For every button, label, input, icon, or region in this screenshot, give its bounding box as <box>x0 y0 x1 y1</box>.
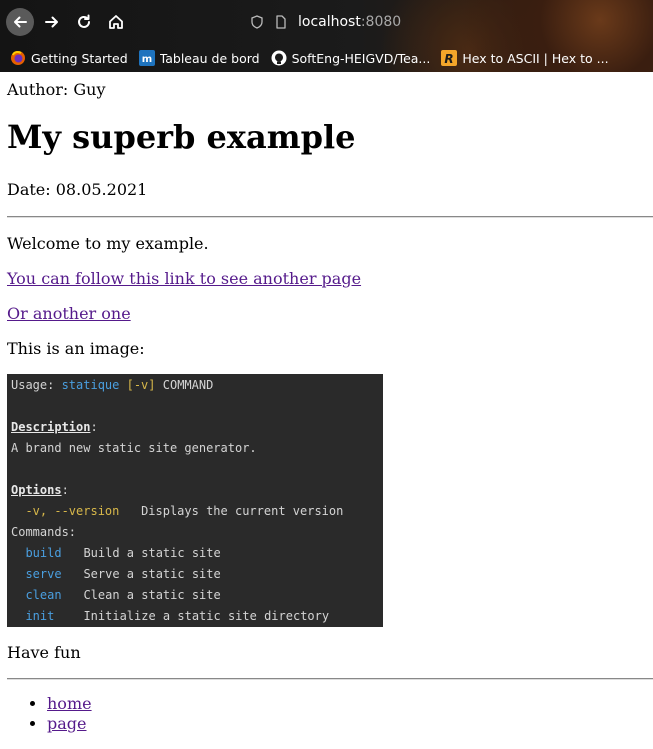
shield-icon[interactable] <box>250 15 264 29</box>
description-colon: : <box>90 420 98 434</box>
back-button[interactable] <box>6 8 34 36</box>
option-line: -v, --version Displays the current versi… <box>11 504 343 518</box>
back-arrow-icon <box>14 16 27 28</box>
command-line: init Initialize a static site directory <box>11 609 329 623</box>
command-desc: Initialize a static site directory <box>83 609 330 623</box>
option-flag: -v, --version <box>25 504 120 518</box>
home-link[interactable]: home <box>47 694 92 713</box>
link-paragraph-1: You can follow this link to see another … <box>7 269 361 288</box>
bookmark-label: Getting Started <box>31 50 128 66</box>
footer-nav: home page <box>7 694 92 734</box>
usage-line: Usage: statique [-v] COMMAND <box>11 378 213 392</box>
usage-flag: [-v] <box>126 378 156 392</box>
svg-text:R: R <box>445 52 454 66</box>
bookmark-label: SoftEng-HEIGVD/Tea... <box>291 50 431 66</box>
bookmark-label: Tableau de bord <box>159 50 260 66</box>
command-desc: Build a static site <box>83 546 221 560</box>
description-text: A brand new static site generator. <box>11 441 257 455</box>
page-icon <box>276 15 286 29</box>
author: Author: Guy <box>7 80 106 99</box>
bookmarks-bar: Getting Started m Tableau de bord SoftEn… <box>0 46 653 70</box>
command-line: build Build a static site <box>11 546 221 560</box>
image-intro: This is an image: <box>7 339 145 358</box>
url-port: :8080 <box>360 14 402 30</box>
description-heading: Description: <box>11 420 98 434</box>
url-bar[interactable]: localhost:8080 <box>250 8 480 36</box>
dashboard-icon: m <box>138 50 155 66</box>
command-name: build <box>25 546 62 560</box>
home-button[interactable] <box>102 8 130 36</box>
bookmark-tableau-de-bord[interactable]: m Tableau de bord <box>138 50 260 66</box>
terminal-image: Usage: statique [-v] COMMAND Description… <box>7 374 383 627</box>
r-icon: R <box>441 50 458 66</box>
link-paragraph-2: Or another one <box>7 304 131 323</box>
reload-icon <box>78 14 90 28</box>
page-link[interactable]: page <box>47 714 87 733</box>
top-divider <box>7 216 653 218</box>
reload-button[interactable] <box>70 8 98 36</box>
firefox-icon <box>11 50 25 65</box>
list-item: home <box>47 694 92 714</box>
another-one-link[interactable]: Or another one <box>7 304 131 323</box>
command-line: serve Serve a static site <box>11 567 221 581</box>
description-label: Description <box>11 420 91 434</box>
url-host: localhost <box>298 14 361 30</box>
bookmark-softeng[interactable]: SoftEng-HEIGVD/Tea... <box>271 50 431 66</box>
welcome-text: Welcome to my example. <box>7 234 209 253</box>
bookmark-hex-to-ascii[interactable]: R Hex to ASCII | Hex to ... <box>441 50 609 66</box>
command-line: clean Clean a static site <box>11 588 221 602</box>
command-name: serve <box>25 567 62 581</box>
another-page-link[interactable]: You can follow this link to see another … <box>7 269 361 288</box>
command-desc: Serve a static site <box>83 567 221 581</box>
command-name: clean <box>25 588 62 602</box>
forward-arrow-icon <box>45 16 58 28</box>
commands-heading: Commands: <box>11 525 77 539</box>
list-item: page <box>47 714 92 734</box>
svg-text:m: m <box>141 54 151 65</box>
bottom-divider <box>7 678 653 680</box>
page-title: My superb example <box>7 118 356 156</box>
usage-rest: COMMAND <box>155 378 214 392</box>
usage-command: statique <box>61 378 120 392</box>
options-label: Options <box>11 483 62 497</box>
github-icon <box>271 50 287 66</box>
command-name: init <box>25 609 55 623</box>
command-desc: Clean a static site <box>83 588 221 602</box>
outro-text: Have fun <box>7 643 81 662</box>
date: Date: 08.05.2021 <box>7 180 148 199</box>
options-colon: : <box>61 483 69 497</box>
options-heading: Options: <box>11 483 69 497</box>
browser-chrome: localhost:8080 Getting Started m Tableau… <box>0 0 653 72</box>
option-desc: Displays the current version <box>141 504 344 518</box>
forward-button[interactable] <box>38 8 66 36</box>
home-icon <box>109 15 123 29</box>
browser-toolbar: localhost:8080 <box>0 0 653 44</box>
bookmark-getting-started[interactable]: Getting Started <box>10 50 128 66</box>
bookmark-label: Hex to ASCII | Hex to ... <box>462 50 609 66</box>
usage-prefix: Usage: <box>11 378 62 392</box>
